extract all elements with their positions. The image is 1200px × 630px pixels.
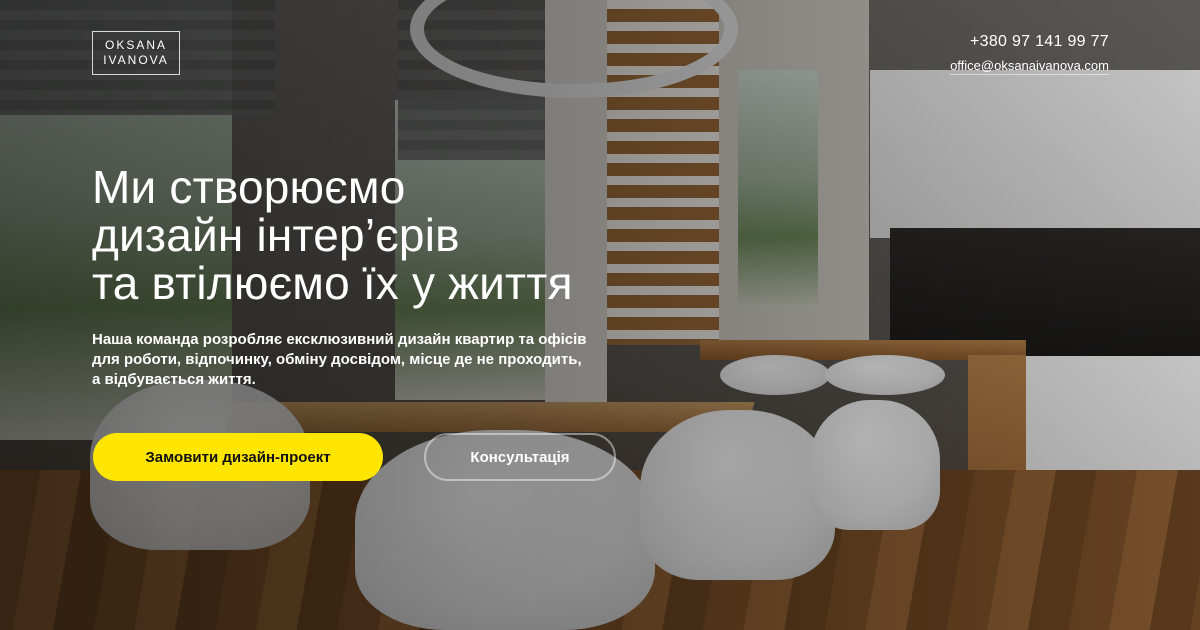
- description-line-1: Наша команда розробляє ексклюзивний диза…: [92, 331, 587, 348]
- headline-line-2: дизайн інтер’єрів: [92, 209, 460, 261]
- logo-line-2: IVANOVA: [103, 53, 169, 67]
- headline-line-3: та втілюємо їх у життя: [92, 257, 573, 309]
- consultation-button[interactable]: Консультація: [424, 433, 616, 481]
- order-design-button[interactable]: Замовити дизайн-проект: [93, 433, 383, 481]
- hero-section: Ми створюємо дизайн інтер’єрів та втілює…: [92, 163, 712, 390]
- hero-description: Наша команда розробляє ексклюзивний диза…: [92, 330, 652, 390]
- brand-logo[interactable]: OKSANA IVANOVA: [92, 31, 180, 75]
- phone-number[interactable]: +380 97 141 99 77: [950, 33, 1109, 51]
- description-line-2: для роботи, відпочинку, обміну досвідом,…: [92, 351, 582, 368]
- contact-block: +380 97 141 99 77 office@oksanaivanova.c…: [950, 33, 1109, 75]
- description-line-3: а відбувається життя.: [92, 371, 256, 388]
- email-link[interactable]: office@oksanaivanova.com: [950, 58, 1109, 75]
- hero-headline: Ми створюємо дизайн інтер’єрів та втілює…: [92, 163, 712, 307]
- logo-line-1: OKSANA: [104, 38, 167, 52]
- headline-line-1: Ми створюємо: [92, 161, 406, 213]
